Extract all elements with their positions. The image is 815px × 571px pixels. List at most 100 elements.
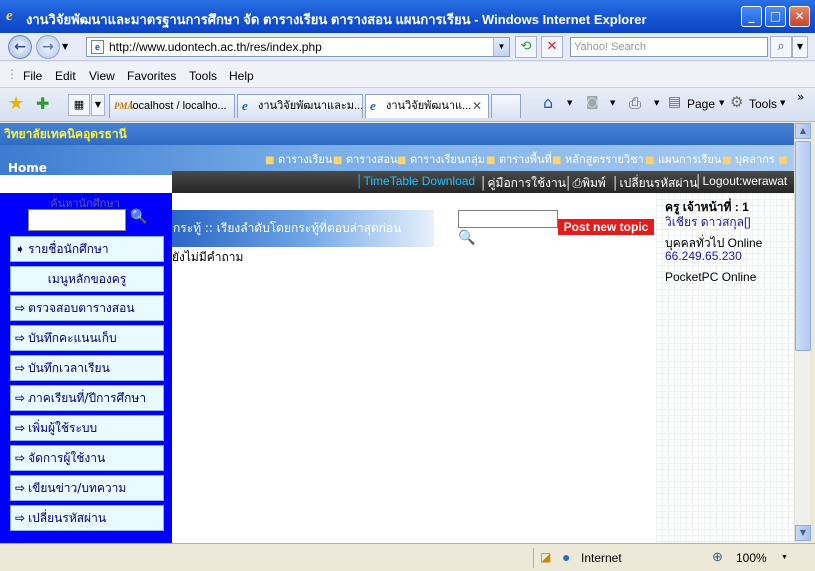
zoom-dropdown-icon[interactable]: ▼ <box>781 554 788 561</box>
menu-help[interactable]: Help <box>229 69 254 83</box>
sidebar-item-record-attendance[interactable]: ⇨ บันทึกเวลาเรียน <box>10 355 164 381</box>
pocketpc-online-label: PocketPC Online <box>665 270 757 284</box>
timetable-download-link[interactable]: │TimeTable Download <box>356 174 475 188</box>
ie-icon: e <box>6 8 13 24</box>
print-dropdown-icon[interactable]: ▼ <box>654 99 659 107</box>
menu-bar: ⋮ File Edit View Favorites Tools Help <box>0 62 815 88</box>
page-dropdown-icon[interactable]: ▼ <box>719 99 724 107</box>
print-link[interactable]: │⎙พิมพ์ <box>565 174 606 193</box>
tools-dropdown-icon[interactable]: ▼ <box>780 99 785 107</box>
left-sidebar: ค้นหานักศึกษา 🔍 ➧ รายชื่อนักศึกษา เมนูหลั… <box>0 193 172 543</box>
back-button[interactable]: ← <box>8 35 32 59</box>
home-link[interactable]: Home <box>8 161 47 175</box>
window-title: งานวิจัยพัฒนาและมาตรฐานการศึกษา จัด ตารา… <box>26 12 647 27</box>
home-icon[interactable]: ⌂ <box>543 93 553 112</box>
nav-teaching-schedule[interactable]: ■ ตารางสอน <box>333 150 398 168</box>
change-password-link[interactable]: │เปลี่ยนรหัสผ่าน <box>612 174 697 193</box>
feeds-dropdown-icon[interactable]: ▼ <box>610 99 615 107</box>
secondary-navigation: │TimeTable Download │คู่มือการใช้งาน │⎙พ… <box>172 171 794 193</box>
menu-file[interactable]: File <box>23 69 42 83</box>
minimize-button[interactable]: _ <box>741 6 762 27</box>
sidebar-item-change-password[interactable]: ⇨ เปลี่ยนรหัสผ่าน <box>10 505 164 531</box>
zoom-level[interactable]: 100% <box>736 551 767 565</box>
gear-icon: ⚙ <box>730 93 744 111</box>
student-search-input[interactable] <box>28 209 126 231</box>
nav-room-schedule[interactable]: ■ ตารางพื้นที่ <box>486 150 552 168</box>
board-header: กระทู้ :: เรียงลำดับโดยกระทู้ที่ตอบล่าสุ… <box>172 210 434 247</box>
stop-icon[interactable]: ✕ <box>541 36 563 58</box>
staff-online-name[interactable]: วิเชียร ดาวสกุล[] <box>665 213 751 232</box>
feeds-icon[interactable]: ◙ <box>586 95 599 110</box>
logout-link[interactable]: │Logout:werawat <box>695 174 787 188</box>
address-field[interactable]: e http://www.udontech.ac.th/res/index.ph… <box>86 37 510 57</box>
post-new-topic-button[interactable]: Post new topic <box>558 219 654 235</box>
forward-button[interactable]: → <box>36 35 60 59</box>
print-icon[interactable]: ⎙ <box>629 94 641 112</box>
tab-list-icon[interactable]: ▼ <box>91 94 105 116</box>
tab-localhost[interactable]: PMA localhost / localho... <box>109 94 235 118</box>
status-divider <box>533 548 534 568</box>
sidebar-item-check-schedule[interactable]: ⇨ ตรวจสอบตารางสอน <box>10 295 164 321</box>
sidebar-item-write-news[interactable]: ⇨ เขียนข่าว/บทความ <box>10 475 164 501</box>
new-tab-button[interactable] <box>491 94 521 118</box>
close-tab-icon[interactable]: ✕ <box>472 95 482 117</box>
maximize-button[interactable]: □ <box>765 6 786 27</box>
search-input[interactable]: Yahoo! Search <box>570 37 768 57</box>
tab-research-1[interactable]: e งานวิจัยพัฒนาและม... <box>237 94 363 118</box>
menu-favorites[interactable]: Favorites <box>127 69 176 83</box>
page-icon: e <box>91 40 104 54</box>
favorites-star-icon[interactable]: ★ <box>8 93 24 114</box>
nav-study-plan[interactable]: ■ แผนการเรียน <box>645 150 721 168</box>
tab-research-2[interactable]: e งานวิจัยพัฒนาแ... ✕ <box>365 94 489 118</box>
ie-icon: e <box>370 98 376 113</box>
nav-group-schedule[interactable]: ■ ตารางเรียนกลุ่ม <box>397 150 485 168</box>
bullet-icon: ■ <box>486 155 496 166</box>
chevron-more-icon[interactable]: » <box>797 90 804 104</box>
sidebar-item-student-list[interactable]: ➧ รายชื่อนักศึกษา <box>10 236 164 262</box>
scroll-up-icon[interactable]: ▲ <box>795 123 811 139</box>
board-search-input[interactable] <box>458 210 558 228</box>
sidebar-item-manage-users[interactable]: ⇨ จัดการผู้ใช้งาน <box>10 445 164 471</box>
search-options-icon[interactable]: ▼ <box>792 36 808 58</box>
vertical-scrollbar[interactable]: ▲ ▼ <box>794 123 811 543</box>
close-button[interactable]: ✕ <box>789 6 810 27</box>
manual-link[interactable]: │คู่มือการใช้งาน <box>480 174 566 193</box>
address-dropdown-icon[interactable]: ▼ <box>493 38 509 56</box>
address-url: http://www.udontech.ac.th/res/index.php <box>109 40 322 54</box>
menu-grip-icon: ⋮ <box>6 67 18 81</box>
sidebar-item-semester[interactable]: ⇨ ภาคเรียนที่/ปีการศึกษา <box>10 385 164 411</box>
sidebar-item-add-user[interactable]: ⇨ เพิ่มผู้ใช้ระบบ <box>10 415 164 441</box>
refresh-icon[interactable]: ⟲ <box>515 36 537 58</box>
sidebar-item-teacher-menu[interactable]: เมนูหลักของครู <box>10 266 164 292</box>
home-dropdown-icon[interactable]: ▼ <box>567 99 572 107</box>
menu-edit[interactable]: Edit <box>55 69 76 83</box>
bullet-icon: ■ <box>722 155 732 166</box>
guest-online-ip: 66.249.65.230 <box>665 249 742 263</box>
search-icon[interactable]: 🔍 <box>130 209 147 225</box>
search-icon[interactable]: 🔍 <box>458 230 475 246</box>
protected-mode-icon: ◪ <box>540 550 552 564</box>
printer-icon: ⎙ <box>572 176 583 190</box>
bullet-icon: ■ <box>645 155 655 166</box>
address-toolbar: ← → ▼ e http://www.udontech.ac.th/res/in… <box>0 33 815 61</box>
bullet-icon: ■ <box>778 155 788 166</box>
menu-tools[interactable]: Tools <box>189 69 217 83</box>
add-favorite-icon[interactable]: ✚ <box>36 94 49 113</box>
nav-personnel[interactable]: ■ บุคลากร ■ <box>722 150 788 168</box>
search-icon[interactable]: ⌕ <box>770 36 792 58</box>
status-bar: ◪ ● Internet ⊕ 100% ▼ <box>0 543 815 571</box>
zoom-icon: ⊕ <box>712 549 723 564</box>
nav-curriculum[interactable]: ■ หลักสูตรรายวิชา <box>552 150 644 168</box>
scroll-thumb[interactable] <box>795 141 811 351</box>
scroll-down-icon[interactable]: ▼ <box>795 525 811 541</box>
history-dropdown-icon[interactable]: ▼ <box>62 42 68 51</box>
tab-bar: ★ ✚ ▦ ▼ PMA localhost / localho... e งาน… <box>0 88 815 122</box>
quick-tabs-icon[interactable]: ▦ <box>68 94 90 116</box>
menu-view[interactable]: View <box>89 69 115 83</box>
bullet-icon: ■ <box>552 155 562 166</box>
tools-menu[interactable]: Tools <box>749 97 777 111</box>
nav-timetable[interactable]: ■ ตารางเรียน <box>265 150 332 168</box>
bullet-icon: ■ <box>333 155 343 166</box>
page-menu[interactable]: Page <box>687 97 715 111</box>
sidebar-item-record-scores[interactable]: ⇨ บันทึกคะแนนเก็บ <box>10 325 164 351</box>
